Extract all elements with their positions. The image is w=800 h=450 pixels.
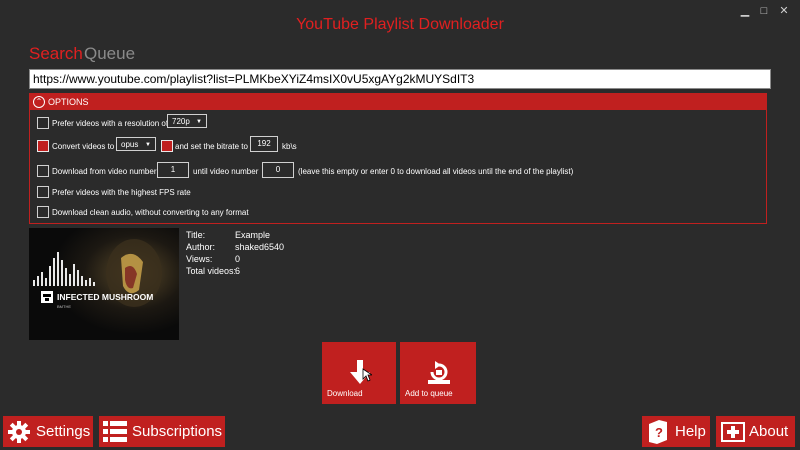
close-button[interactable]: ✕ [777, 4, 791, 18]
info-card-icon [721, 422, 745, 442]
total-videos-value: 6 [235, 266, 241, 276]
title-label: Title: [186, 230, 206, 240]
views-value: 0 [235, 254, 241, 264]
title-value: Example [235, 230, 271, 240]
settings-button[interactable]: Settings [3, 416, 93, 447]
options-title: OPTIONS [48, 97, 89, 107]
download-label: Download [327, 389, 363, 398]
subscriptions-label: Subscriptions [132, 423, 223, 440]
resolution-checkbox[interactable] [37, 117, 49, 129]
tab-search[interactable]: Search [29, 44, 83, 64]
queue-add-icon [428, 361, 450, 384]
format-value: opus [121, 140, 139, 149]
subscriptions-button[interactable]: Subscriptions [99, 416, 225, 447]
bitrate-checkbox[interactable] [161, 140, 173, 152]
resolution-label: Prefer videos with a resolution of [52, 119, 169, 128]
bitrate-unit: kb\s [282, 142, 297, 151]
clean-audio-label: Download clean audio, without converting… [52, 208, 249, 217]
range-start-input[interactable]: 1 [157, 162, 189, 178]
thumbnail-art: INFECTED MUSHROOM BMTHE [29, 228, 179, 340]
author-value: shaked6540 [235, 242, 285, 252]
options-header[interactable] [30, 94, 766, 110]
convert-checkbox[interactable] [37, 140, 49, 152]
chevron-down-icon: ▼ [196, 119, 202, 125]
range-middle-label: until video number [193, 167, 259, 176]
window-title: YouTube Playlist Downloader [296, 16, 504, 33]
add-to-queue-button[interactable]: Add to queue [400, 342, 476, 404]
author-label: Author: [186, 242, 216, 252]
playlist-url-input[interactable]: https://www.youtube.com/playlist?list=PL… [29, 69, 771, 89]
bitrate-label: and set the bitrate to [175, 142, 248, 151]
download-button[interactable]: Download [322, 342, 396, 404]
minimize-button[interactable]: ▁ [738, 4, 752, 18]
fps-label: Prefer videos with the highest FPS rate [52, 188, 191, 197]
chevron-down-icon: ▼ [145, 142, 151, 148]
maximize-button[interactable]: □ [757, 4, 771, 18]
clean-audio-checkbox[interactable] [37, 206, 49, 218]
collapse-icon[interactable]: ⌃ [33, 96, 45, 108]
options-panel [29, 93, 767, 224]
thumbnail-artist: INFECTED MUSHROOM [57, 292, 153, 302]
resolution-value: 720p [172, 117, 190, 126]
total-videos-label: Total videos: [186, 266, 237, 276]
range-checkbox[interactable] [37, 165, 49, 177]
range-label: Download from video number [52, 167, 157, 176]
gear-icon [8, 421, 30, 443]
resolution-select[interactable]: 720p ▼ [167, 114, 207, 128]
convert-label: Convert videos to [52, 142, 115, 151]
mouse-cursor-icon [362, 368, 372, 382]
help-button[interactable]: ? Help [642, 416, 710, 447]
playlist-thumbnail: INFECTED MUSHROOM BMTHE [29, 228, 179, 340]
range-hint: (leave this empty or enter 0 to download… [298, 167, 574, 176]
help-label: Help [675, 423, 706, 440]
list-icon [103, 421, 127, 442]
format-select[interactable]: opus ▼ [116, 137, 156, 151]
add-to-queue-label: Add to queue [405, 389, 453, 398]
about-button[interactable]: About [716, 416, 795, 447]
settings-label: Settings [36, 423, 91, 440]
svg-text:?: ? [655, 425, 663, 440]
fps-checkbox[interactable] [37, 186, 49, 198]
tab-queue[interactable]: Queue [84, 44, 135, 64]
help-book-icon: ? [649, 420, 667, 444]
views-label: Views: [186, 254, 213, 264]
range-end-input[interactable]: 0 [262, 162, 294, 178]
thumbnail-sub: BMTHE [57, 304, 71, 309]
about-label: About [749, 423, 789, 440]
bitrate-input[interactable]: 192 [250, 136, 278, 152]
